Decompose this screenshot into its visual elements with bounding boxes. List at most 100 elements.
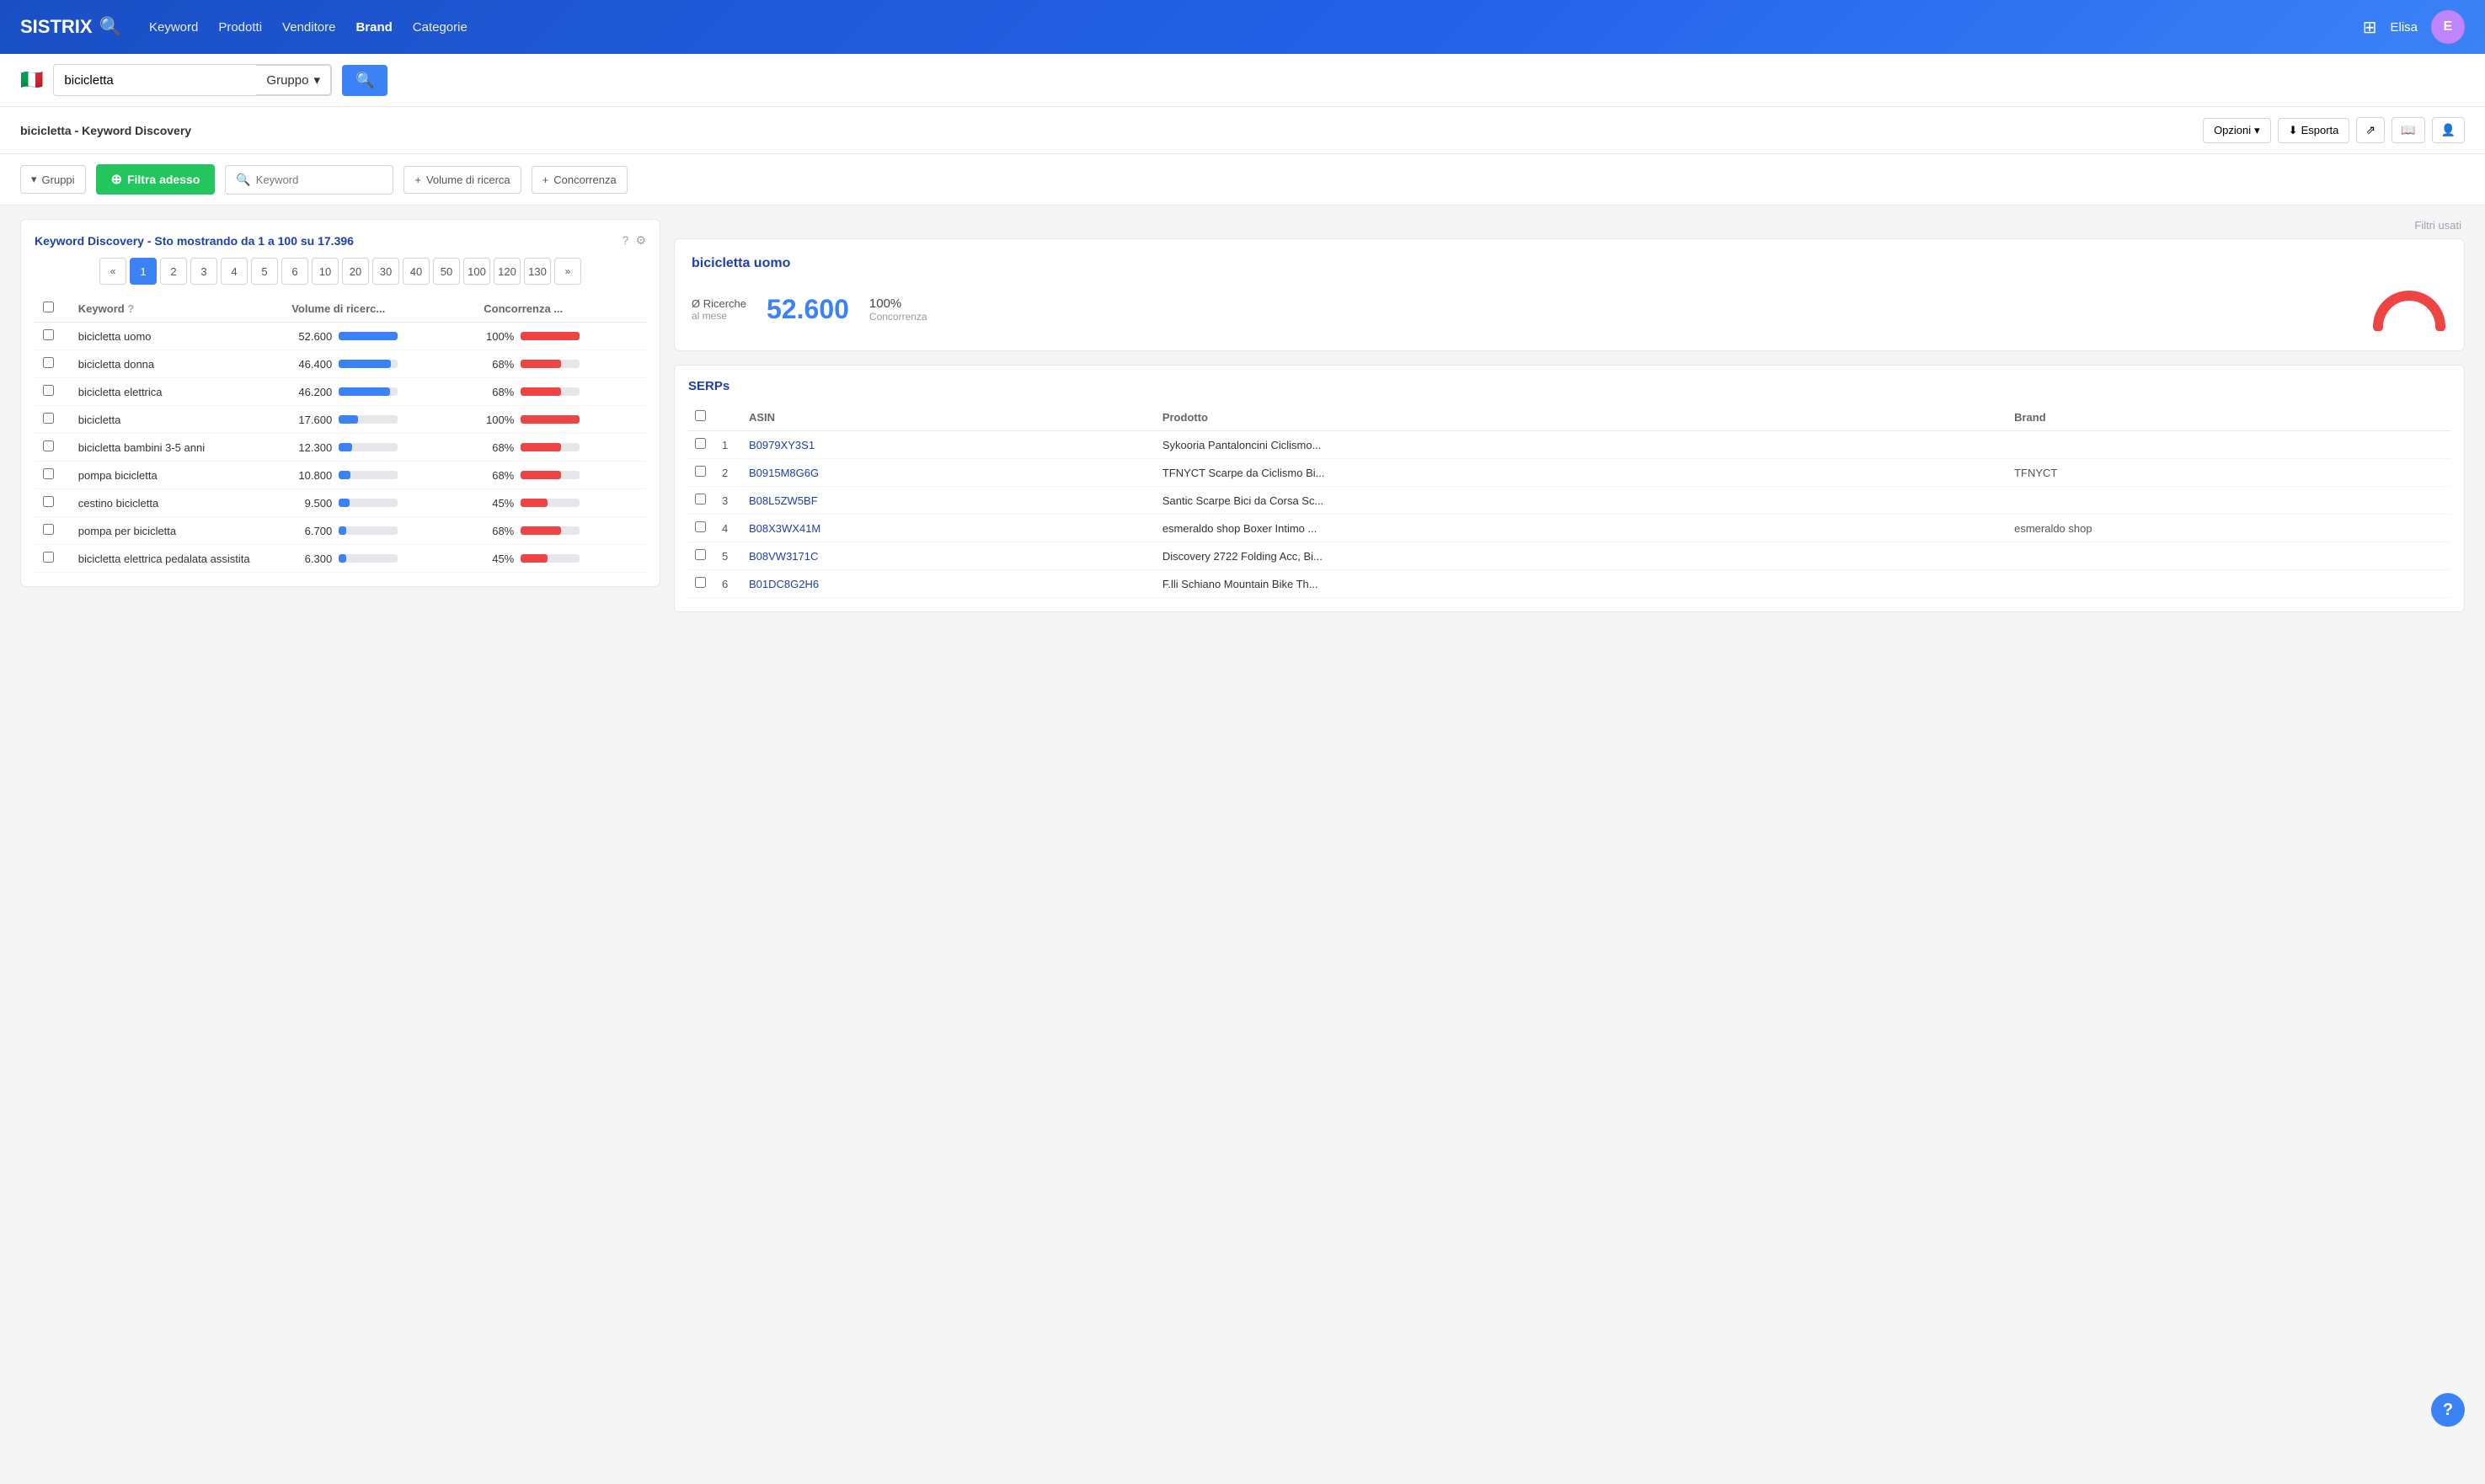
page-btn-prev[interactable]: « [99, 258, 126, 285]
page-btn-3[interactable]: 3 [190, 258, 217, 285]
page-btn-2[interactable]: 2 [160, 258, 187, 285]
search-input[interactable] [54, 65, 256, 95]
page-btn-20[interactable]: 20 [342, 258, 369, 285]
page-btn-130[interactable]: 130 [524, 258, 551, 285]
gruppi-dropdown[interactable]: ▾ Gruppi [20, 165, 86, 194]
ricerche-sub: al mese [692, 310, 746, 322]
serps-row-checkbox-2[interactable] [695, 494, 706, 504]
row-checkbox-3[interactable] [43, 413, 54, 424]
serps-row-checkbox-4[interactable] [695, 549, 706, 560]
volume-bar-bg [339, 360, 398, 368]
nav-item-venditore[interactable]: Venditore [282, 20, 335, 35]
help-button[interactable]: ? [2431, 1393, 2465, 1427]
serps-prodotto: Santic Scarpe Bici da Corsa Sc... [1156, 487, 2007, 515]
concorrenza-bar-bg [521, 554, 580, 563]
row-checkbox-6[interactable] [43, 496, 54, 507]
nav-item-brand[interactable]: Brand [355, 20, 392, 35]
nav-item-categorie[interactable]: Categorie [413, 20, 468, 35]
page-btn-1[interactable]: 1 [130, 258, 157, 285]
keyword-cell[interactable]: bicicletta [70, 406, 283, 434]
row-checkbox-0[interactable] [43, 329, 54, 340]
serps-table: ASIN Prodotto Brand 1 B0979XY3S1 Sykoori… [688, 403, 2450, 598]
settings-icon[interactable]: ⚙ [635, 233, 646, 248]
serps-select-all-checkbox[interactable] [695, 410, 706, 421]
options-button[interactable]: Opzioni ▾ [2203, 118, 2271, 143]
row-checkbox-8[interactable] [43, 552, 54, 563]
keyword-cell[interactable]: bicicletta uomo [70, 323, 283, 350]
row-checkbox-2[interactable] [43, 385, 54, 396]
concorrenza-bar-bg [521, 360, 580, 368]
serps-row-checkbox-0[interactable] [695, 438, 706, 449]
help-icon[interactable]: ? [127, 302, 134, 315]
serps-asin[interactable]: B0979XY3S1 [742, 431, 1156, 459]
row-checkbox-1[interactable] [43, 357, 54, 368]
page-btn-50[interactable]: 50 [433, 258, 460, 285]
keyword-cell[interactable]: bicicletta bambini 3-5 anni [70, 434, 283, 462]
page-btn-30[interactable]: 30 [372, 258, 399, 285]
serps-asin[interactable]: B08L5ZW5BF [742, 487, 1156, 515]
page-btn-40[interactable]: 40 [403, 258, 430, 285]
share-button[interactable]: ⇗ [2356, 117, 2385, 143]
group-dropdown[interactable]: Gruppo ▾ [256, 65, 331, 95]
row-checkbox-7[interactable] [43, 524, 54, 535]
keyword-cell[interactable]: pompa bicicletta [70, 462, 283, 489]
keyword-filter[interactable]: 🔍 [225, 165, 393, 195]
bookmark-button[interactable]: 📖 [2391, 117, 2424, 143]
keyword-cell[interactable]: bicicletta elettrica [70, 378, 283, 406]
select-all-checkbox[interactable] [43, 302, 54, 312]
filtri-usati-label: Filtri usati [674, 219, 2465, 232]
help-icon[interactable]: ? [623, 233, 629, 248]
serps-prodotto: Discovery 2722 Folding Acc, Bi... [1156, 542, 2007, 570]
volume-number: 10.800 [291, 469, 332, 482]
search-icon: 🔍 [236, 173, 250, 187]
table-row: pompa bicicletta 10.800 68% [35, 462, 646, 489]
row-checkbox-4[interactable] [43, 440, 54, 451]
keyword-filter-input[interactable] [256, 173, 374, 186]
search-button[interactable]: 🔍 [342, 65, 387, 96]
user-settings-button[interactable]: 👤 [2432, 117, 2465, 143]
serps-row-checkbox-5[interactable] [695, 577, 706, 588]
nav-item-keyword[interactable]: Keyword [149, 20, 198, 35]
export-button[interactable]: ⬇ Esporta [2278, 118, 2350, 143]
keyword-cell[interactable]: bicicletta donna [70, 350, 283, 378]
page-btn-10[interactable]: 10 [312, 258, 339, 285]
filtra-button[interactable]: ⊕ Filtra adesso [96, 164, 216, 195]
avatar[interactable]: E [2431, 10, 2465, 44]
keyword-discovery-card: Keyword Discovery - Sto mostrando da 1 a… [20, 219, 660, 587]
page-btn-100[interactable]: 100 [463, 258, 490, 285]
page-btn-120[interactable]: 120 [494, 258, 521, 285]
serps-asin[interactable]: B08X3WX41M [742, 515, 1156, 542]
concorrenza-percent: 100% [484, 414, 514, 426]
serps-row-checkbox-1[interactable] [695, 466, 706, 477]
page-btn-6[interactable]: 6 [281, 258, 308, 285]
volume-filter-button[interactable]: + Volume di ricerca [403, 166, 521, 194]
concorrenza-percent: 68% [484, 441, 514, 454]
serps-asin[interactable]: B08VW3171C [742, 542, 1156, 570]
row-checkbox-5[interactable] [43, 468, 54, 479]
stat-pct-block: 100% Concorrenza [869, 296, 927, 323]
keyword-cell[interactable]: bicicletta elettrica pedalata assistita [70, 545, 283, 573]
keyword-cell[interactable]: cestino bicicletta [70, 489, 283, 517]
serps-row-num: 3 [715, 487, 742, 515]
table-row: bicicletta bambini 3-5 anni 12.300 68% [35, 434, 646, 462]
serps-table-row: 1 B0979XY3S1 Sykooria Pantaloncini Cicli… [688, 431, 2450, 459]
serps-asin[interactable]: B0915M8G6G [742, 459, 1156, 487]
page-btn-next[interactable]: » [554, 258, 581, 285]
serps-row-num: 4 [715, 515, 742, 542]
serps-asin[interactable]: B01DC8G2H6 [742, 570, 1156, 598]
page-btn-4[interactable]: 4 [221, 258, 248, 285]
header-left: SISTRIX 🔍 KeywordProdottiVenditoreBrandC… [20, 16, 468, 38]
concorrenza-cell: 68% [475, 434, 646, 462]
concorrenza-filter-button[interactable]: + Concorrenza [532, 166, 628, 194]
volume-cell: 6.300 [283, 545, 475, 573]
serps-row-checkbox-3[interactable] [695, 521, 706, 532]
serps-title: SERPs [688, 379, 2450, 393]
volume-bar-bg [339, 443, 398, 451]
nav-item-prodotti[interactable]: Prodotti [218, 20, 262, 35]
volume-bar-bg [339, 332, 398, 340]
main-nav: Keyword Prodotti Venditore Brand Categorie [149, 20, 468, 35]
grid-icon[interactable]: ⊞ [2363, 17, 2377, 38]
serps-row-num: 6 [715, 570, 742, 598]
page-btn-5[interactable]: 5 [251, 258, 278, 285]
keyword-cell[interactable]: pompa per bicicletta [70, 517, 283, 545]
